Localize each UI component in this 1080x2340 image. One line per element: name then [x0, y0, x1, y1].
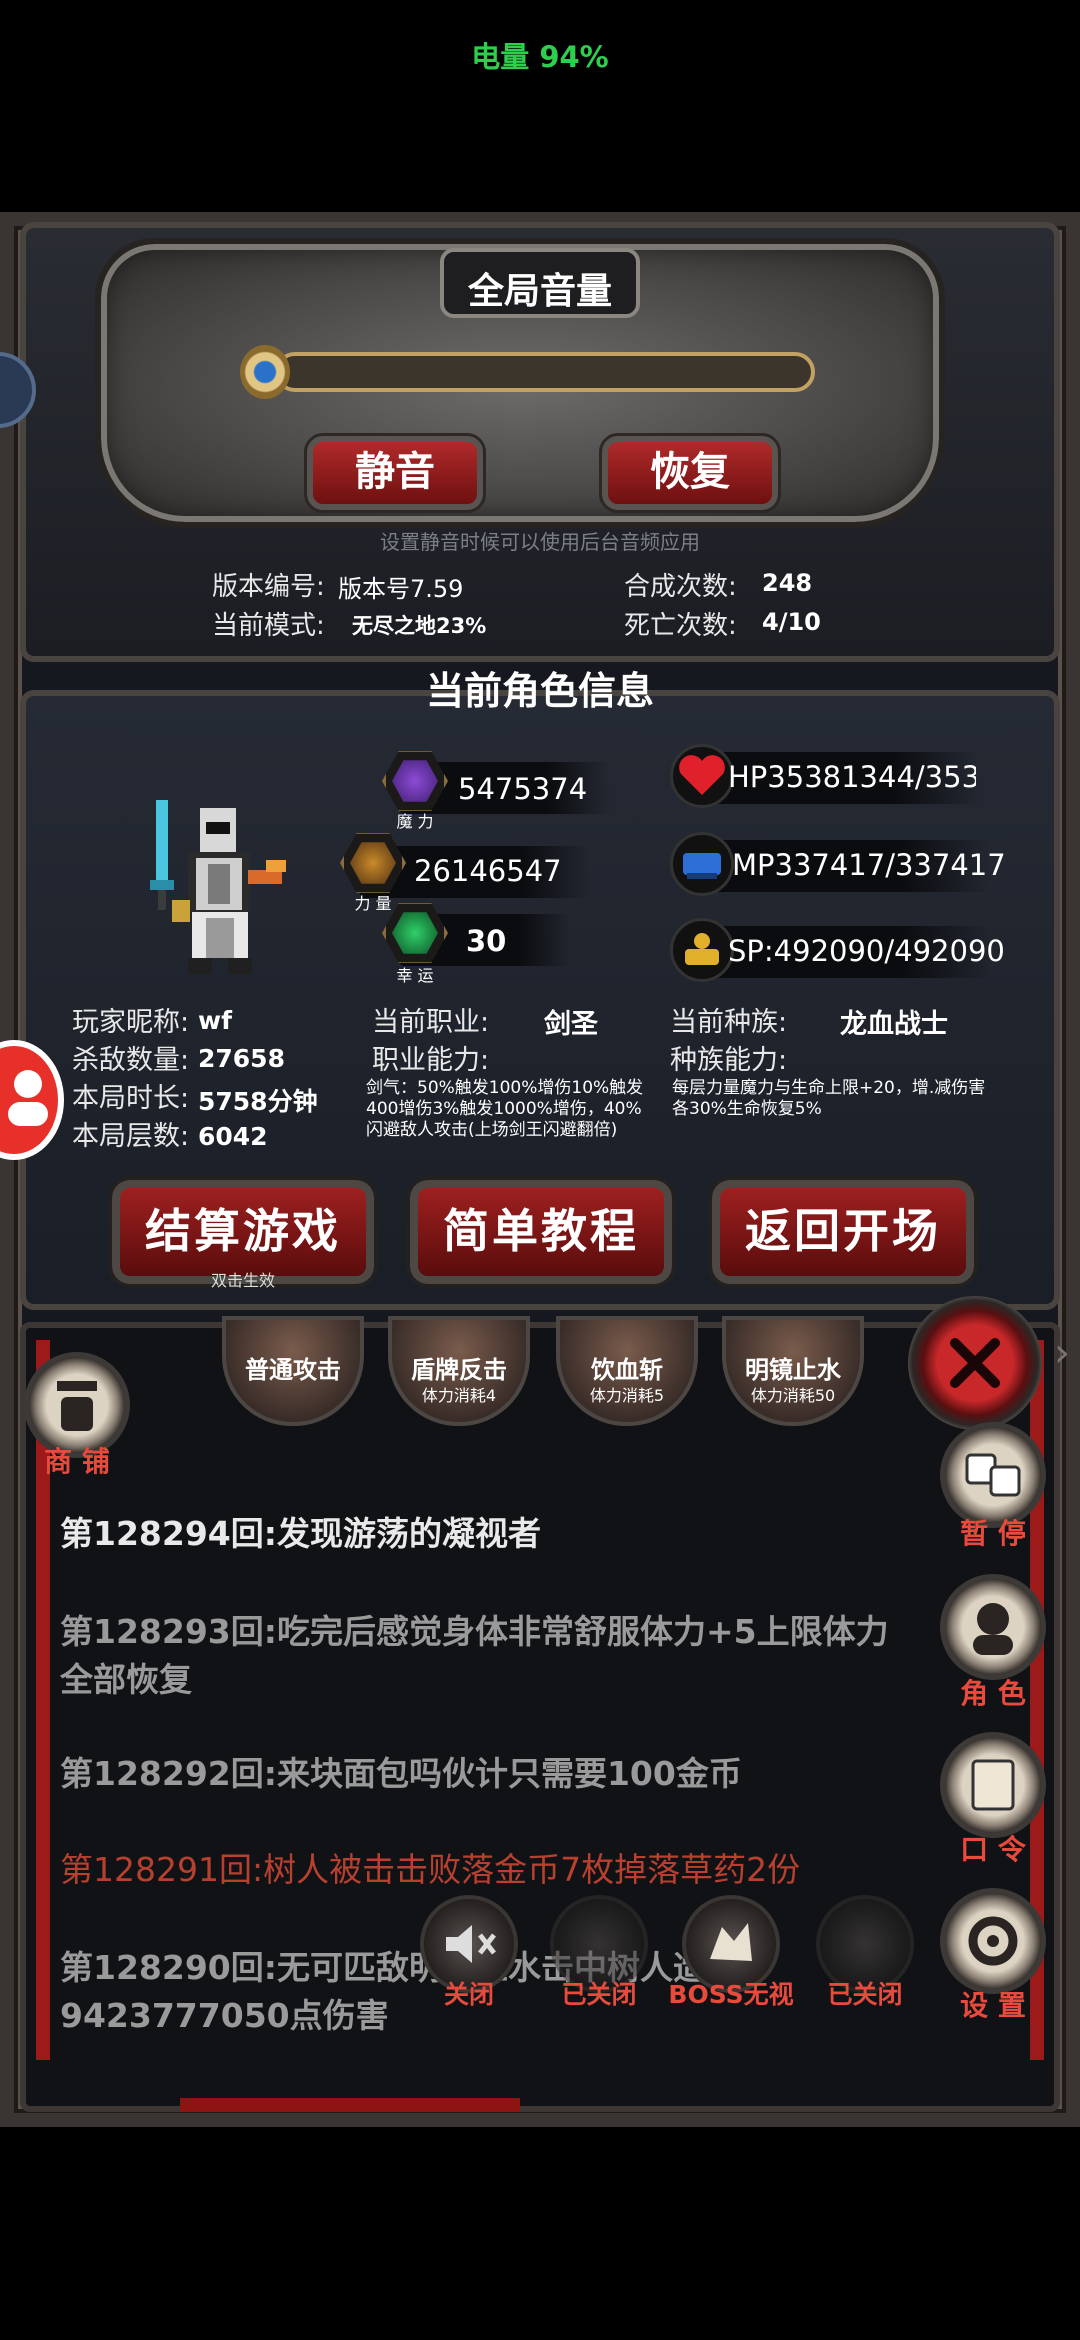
- magic-caption: 魔 力: [396, 812, 434, 831]
- mp-value: MP337417/337417: [732, 848, 1006, 882]
- job-ability-desc: 剑气：50%触发100%增伤10%触发400增伤3%触发1000%增伤，40%闪…: [366, 1078, 644, 1140]
- boss-ignore-label: BOSS无视: [668, 1980, 794, 2009]
- sp-icon: [670, 918, 734, 982]
- heart-icon: [670, 744, 734, 808]
- character-sprite-icon: [150, 800, 286, 974]
- skill-blood-slash-label: 饮血斩: [591, 1356, 663, 1384]
- skill-normal-attack-label: 普通攻击: [245, 1356, 341, 1384]
- volume-slider[interactable]: [275, 352, 815, 392]
- synth-count-value: 248: [762, 569, 813, 597]
- version-value: 版本号7.59: [338, 575, 464, 603]
- magic-value: 5475374: [458, 772, 588, 806]
- mute-button[interactable]: 静音: [304, 433, 486, 513]
- log-line: 第128292回:来块面包吗伙计只需要100金币: [60, 1754, 742, 1793]
- mode-label: 当前模式:: [212, 611, 325, 641]
- kills-value: 27658: [198, 1044, 285, 1073]
- floors-value: 6042: [198, 1122, 268, 1151]
- strength-value: 26146547: [414, 854, 562, 888]
- luck-caption: 幸 运: [396, 966, 434, 985]
- skill-shield-counter-cost: 体力消耗4: [421, 1386, 497, 1405]
- settings-label: 设 置: [960, 1989, 1026, 2022]
- back-to-start-button[interactable]: 返回开场: [708, 1176, 978, 1288]
- mp-icon: [670, 832, 734, 896]
- code-button[interactable]: [940, 1732, 1046, 1838]
- skill-mirror-water-cost: 体力消耗50: [750, 1386, 836, 1405]
- nickname-label: 玩家昵称:: [72, 1007, 190, 1038]
- character-info-title: 当前角色信息: [425, 669, 654, 713]
- floors-label: 本局层数:: [72, 1121, 190, 1152]
- sound-toggle-label: 关闭: [443, 1980, 494, 2009]
- expand-chevron-icon[interactable]: ›: [1054, 1330, 1070, 1376]
- kills-label: 杀敌数量:: [72, 1045, 190, 1076]
- skill-mirror-water-label: 明镜止水: [745, 1356, 841, 1384]
- log-line: 第128294回:发现游荡的凝视者: [60, 1514, 541, 1553]
- race-ability-desc: 每层力量魔力与生命上限+20，增.减伤害各30%生命恢复5%: [672, 1078, 986, 1119]
- death-count-value: 4/10: [762, 608, 821, 636]
- sp-value: SP:492090/492090: [728, 934, 1005, 968]
- log-line: 第128293回:吃完后感觉身体非常舒服体力+5上限体力全部恢复: [60, 1612, 889, 1699]
- battery-status: 电量 94%: [471, 40, 609, 74]
- death-count-label: 死亡次数:: [624, 611, 737, 641]
- synth-count-label: 合成次数:: [624, 572, 737, 602]
- progress-red-bar: [180, 2098, 520, 2112]
- nickname-value: wf: [198, 1006, 232, 1035]
- profile-avatar-icon[interactable]: [0, 1040, 64, 1160]
- hp-value: HP35381344/3538: [728, 760, 976, 794]
- settle-game-hint: 双击生效: [210, 1271, 275, 1290]
- tutorial-button[interactable]: 简单教程: [406, 1176, 676, 1288]
- close-skills-button[interactable]: [908, 1296, 1042, 1430]
- race-value: 龙血战士: [840, 1009, 948, 1040]
- toggle-2-label: 已关闭: [561, 1980, 637, 2009]
- version-label: 版本编号:: [212, 572, 325, 602]
- mute-hint: 设置静音时候可以使用后台音频应用: [380, 530, 700, 554]
- strength-caption: 力 量: [354, 894, 392, 913]
- skill-blood-slash-cost: 体力消耗5: [589, 1386, 665, 1405]
- code-label: 口 令: [960, 1833, 1026, 1866]
- settings-gear-button[interactable]: [940, 1888, 1046, 1994]
- job-label: 当前职业:: [372, 1007, 490, 1038]
- volume-title: 全局音量: [467, 271, 612, 312]
- race-ability-label: 种族能力:: [670, 1045, 788, 1076]
- log-line: 第128291回:树人被击击败落金币7枚掉落草药2份: [60, 1850, 801, 1889]
- toggle-4-label: 已关闭: [827, 1980, 903, 2009]
- role-button[interactable]: [940, 1574, 1046, 1680]
- mode-value: 无尽之地23%: [352, 614, 487, 638]
- shop-label: 商 铺: [44, 1445, 110, 1478]
- volume-slider-knob[interactable]: [240, 345, 290, 399]
- role-label: 角 色: [960, 1677, 1026, 1710]
- race-label: 当前种族:: [670, 1007, 788, 1038]
- duration-value: 5758分钟: [198, 1087, 318, 1116]
- job-ability-label: 职业能力:: [372, 1045, 490, 1076]
- pause-label: 暂 停: [960, 1517, 1026, 1550]
- job-value: 剑圣: [544, 1009, 598, 1040]
- luck-value: 30: [466, 924, 507, 958]
- duration-label: 本局时长:: [72, 1083, 190, 1114]
- skill-shield-counter-label: 盾牌反击: [411, 1356, 507, 1384]
- restore-button[interactable]: 恢复: [599, 433, 781, 513]
